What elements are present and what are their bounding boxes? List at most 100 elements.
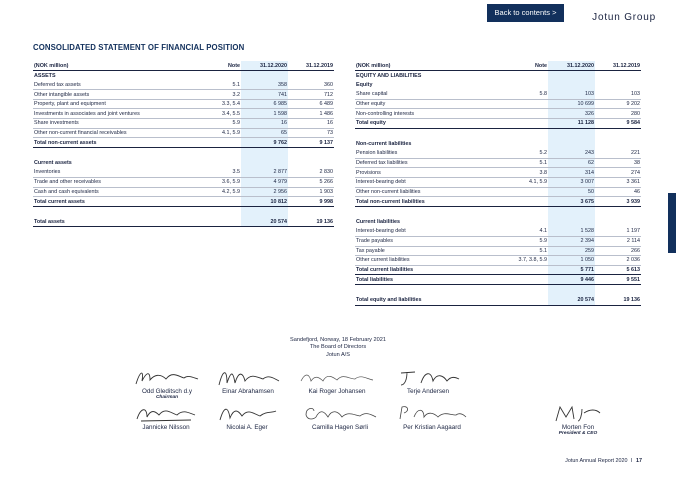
row-value-2020 [548, 128, 595, 140]
table-row: Total current assets 10 812 9 998 [33, 196, 334, 207]
row-value-2020 [241, 70, 288, 81]
row-value-2020: 2 394 [548, 236, 595, 247]
table-row [355, 206, 641, 218]
back-to-contents-button[interactable]: Back to contents > [487, 4, 564, 22]
signature-camilla-hagen-sorli: Camilla Hagen Sørli [295, 403, 385, 431]
row-note [483, 284, 548, 295]
col-header-unit: (NOK million) [33, 61, 191, 72]
handwritten-signature-icon [300, 374, 374, 382]
row-value-2020: 3 675 [548, 196, 595, 207]
row-note: 5.1 [483, 246, 548, 257]
row-value-2019: 19 136 [595, 295, 641, 306]
section-side-tab[interactable] [668, 193, 676, 253]
row-note [191, 147, 241, 158]
signature-jannicke-nilsson: Jannicke Nilsson [121, 403, 211, 431]
row-value-2020 [241, 158, 288, 168]
row-label: Other intangible assets [33, 89, 191, 100]
row-value-2019 [595, 128, 641, 139]
page-title: CONSOLIDATED STATEMENT OF FINANCIAL POSI… [33, 43, 245, 52]
row-note: 3.2 [191, 89, 241, 100]
row-value-2020: 243 [548, 148, 595, 159]
row-note: 4.2, 5.9 [191, 187, 241, 198]
row-value-2019: 9 551 [595, 274, 641, 285]
row-note: 3.7, 3.8, 5.9 [483, 255, 548, 266]
row-label [355, 128, 483, 139]
table-row [355, 284, 641, 296]
table-row: Other intangible assets 3.2 741 712 [33, 89, 334, 100]
row-note: 3.5 [191, 167, 241, 179]
row-label [355, 206, 483, 217]
row-value-2019: 280 [595, 108, 641, 120]
row-label: Total non-current liabilities [355, 196, 483, 207]
table-row: Non-current liabilities [355, 139, 641, 149]
row-value-2019: 5 613 [595, 265, 641, 276]
row-value-2020 [548, 70, 595, 81]
footer-report-label: Jotun Annual Report 2020 [565, 458, 628, 464]
row-value-2020: 103 [548, 89, 595, 100]
row-value-2019: 3 361 [595, 177, 641, 188]
table-row: Total assets 20 574 19 136 [33, 217, 334, 228]
row-value-2020 [548, 206, 595, 218]
row-value-2019: 1 486 [288, 108, 334, 120]
place-date: Sandefjord, Norway, 18 February 2021 [290, 337, 386, 343]
table-row: Deferred tax liabilities 5.1 62 38 [355, 158, 641, 169]
col-header-2019: 31.12.2019 [595, 61, 641, 72]
row-label: Other current liabilities [355, 255, 483, 266]
table-row: Share investments 5.9 16 16 [33, 118, 334, 129]
table-row: Total non-current assets 9 762 9 137 [33, 137, 334, 148]
row-label [33, 206, 191, 217]
row-value-2020 [548, 284, 595, 296]
row-note [191, 196, 241, 207]
row-label: Other equity [355, 99, 483, 110]
row-note [483, 206, 548, 217]
row-value-2019: 2 830 [288, 167, 334, 179]
row-value-2019: 3 939 [595, 196, 641, 207]
table-row [33, 147, 334, 159]
row-label: Inventories [33, 167, 191, 179]
row-note [191, 217, 241, 228]
place-date-block: Sandefjord, Norway, 18 February 2021 The… [0, 337, 676, 359]
handwritten-signature-icon [305, 407, 377, 420]
row-note: 5.1 [191, 80, 241, 91]
assets-table: (NOK million) Note 31.12.2020 31.12.2019… [33, 61, 334, 228]
handwritten-signature-icon [555, 405, 601, 422]
row-value-2020: 3 007 [548, 177, 595, 188]
row-value-2019 [288, 206, 334, 217]
row-value-2019 [595, 217, 641, 227]
row-value-2020 [241, 206, 288, 218]
row-value-2019 [595, 284, 641, 295]
row-value-2020 [548, 80, 595, 90]
row-value-2019 [595, 80, 641, 90]
row-label: Interest-bearing debt [355, 177, 483, 188]
row-note: 5.8 [483, 89, 548, 100]
row-note: 3.4, 5.5 [191, 108, 241, 120]
col-header-2020: 31.12.2020 [241, 61, 288, 72]
row-note [191, 137, 241, 148]
table-row [33, 206, 334, 218]
row-note [483, 71, 548, 81]
row-value-2020: 1 528 [548, 226, 595, 237]
row-value-2019 [288, 158, 334, 168]
row-label: Provisions [355, 167, 483, 179]
row-value-2020: 16 [241, 118, 288, 129]
signature-nicolai-eger: Nicolai A. Eger [202, 403, 292, 431]
board-label: The Board of Directors [309, 344, 367, 351]
row-label [355, 284, 483, 295]
row-value-2019: 274 [595, 167, 641, 179]
row-label: Property, plant and equipment [33, 99, 191, 110]
row-value-2020: 2 956 [241, 187, 288, 198]
row-value-2019: 19 136 [288, 217, 334, 228]
row-note [483, 99, 548, 110]
row-label: Deferred tax liabilities [355, 158, 483, 169]
table-row: Total equity and liabilities 20 574 19 136 [355, 295, 641, 306]
row-value-2020: 62 [548, 158, 595, 169]
row-label: Share investments [33, 118, 191, 129]
row-value-2020 [241, 147, 288, 159]
handwritten-signature-icon [218, 372, 280, 386]
row-label: Total non-current assets [33, 137, 191, 148]
row-value-2020: 314 [548, 167, 595, 179]
row-value-2020: 10 699 [548, 99, 595, 110]
table-row: Trade and other receivables 3.6, 5.9 4 979… [33, 177, 334, 188]
signature-einar-abrahamsen: Einar Abrahamsen [203, 367, 293, 395]
row-note: 4.1, 5.9 [483, 177, 548, 188]
